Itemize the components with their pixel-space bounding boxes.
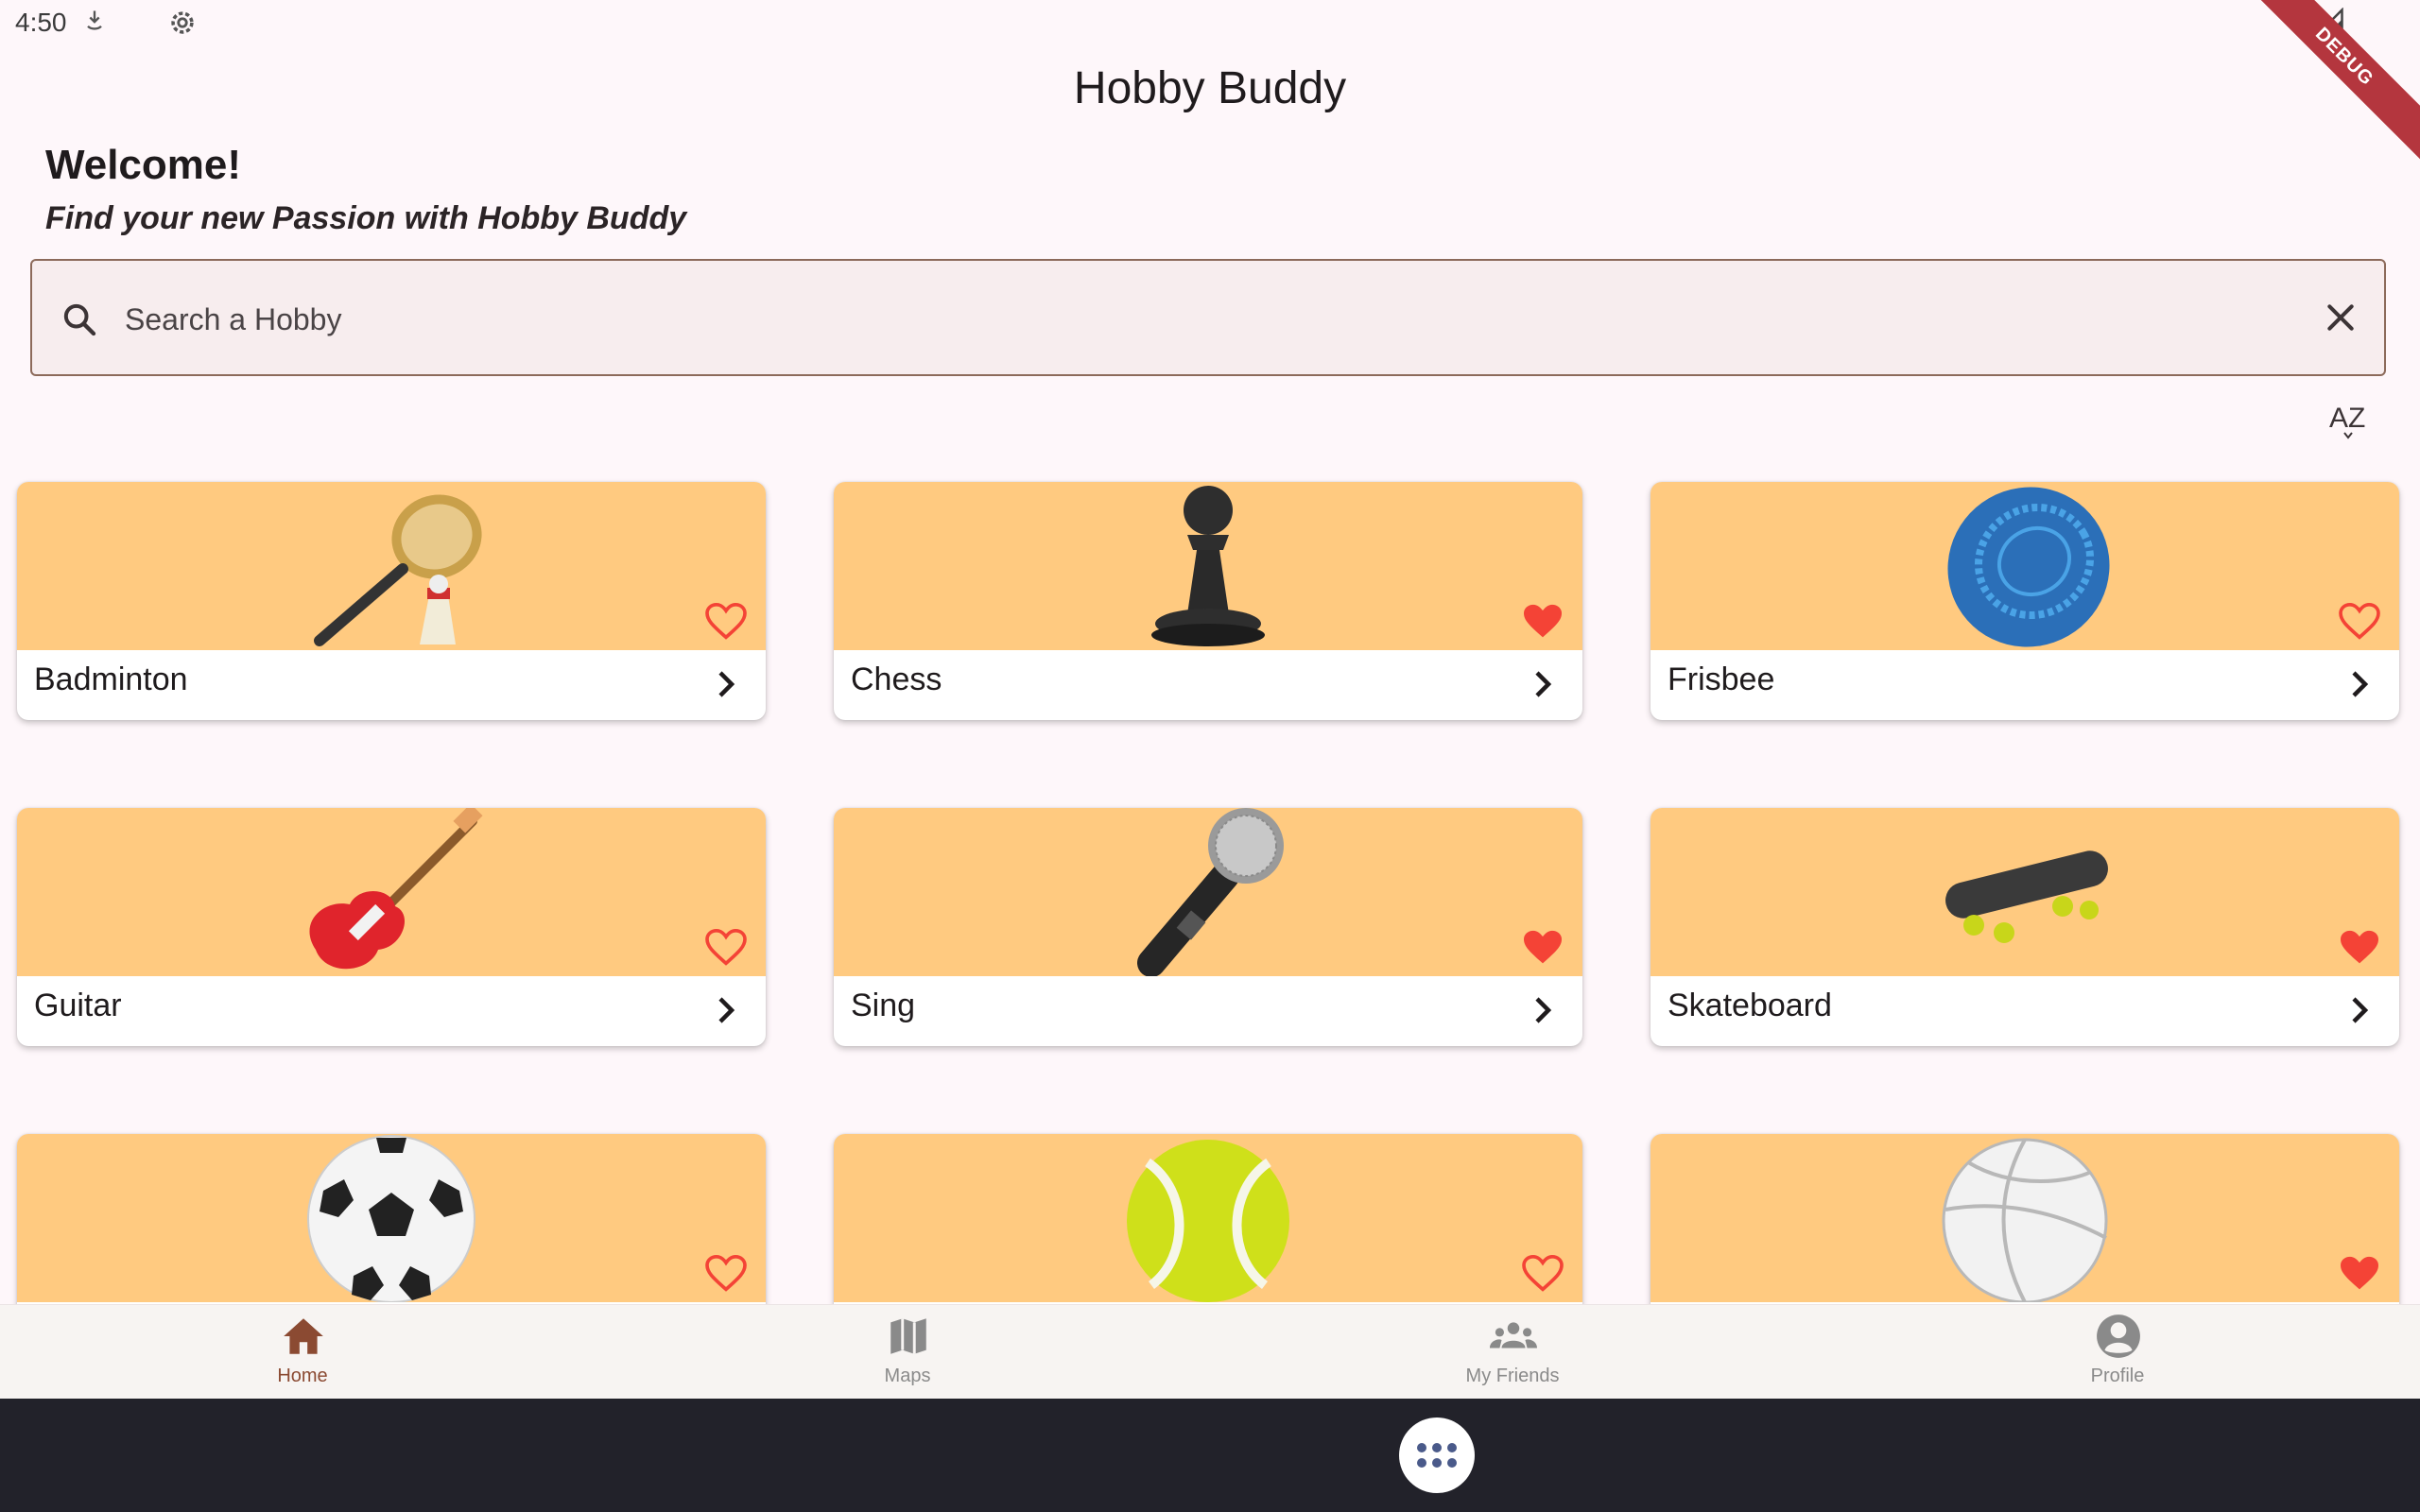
- chevron-right-icon: [2352, 997, 2369, 1023]
- chevron-right-icon: [1535, 671, 1552, 697]
- favorite-outline-icon[interactable]: [705, 1255, 747, 1293]
- bottom-navigation: Home Maps My Friends Profile: [0, 1304, 2420, 1400]
- app-launcher-button[interactable]: [1399, 1418, 1475, 1493]
- nav-label: Maps: [884, 1366, 931, 1386]
- hobby-card[interactable]: [17, 1134, 766, 1304]
- nav-item-profile[interactable]: Profile: [1815, 1305, 2420, 1400]
- badminton-icon: [297, 482, 486, 650]
- frisbee-icon: [1930, 482, 2119, 650]
- favorite-outline-icon[interactable]: [1522, 1255, 1564, 1293]
- system-navigation-bar: [0, 1399, 2420, 1512]
- hobby-image: [834, 808, 1582, 977]
- favorite-outline-icon[interactable]: [705, 929, 747, 967]
- hobby-name: Chess: [851, 662, 942, 697]
- skateboard-icon: [1930, 808, 2119, 976]
- hobby-image: [834, 1134, 1582, 1302]
- hobby-card[interactable]: Guitar: [17, 808, 766, 1046]
- hobby-card[interactable]: Frisbee: [1651, 482, 2399, 720]
- chevron-right-icon: [718, 997, 735, 1023]
- sort-az-button[interactable]: AZ: [2325, 397, 2375, 442]
- hobby-image: [17, 808, 766, 976]
- clear-search-icon[interactable]: [2322, 299, 2360, 336]
- search-input[interactable]: [123, 289, 2282, 350]
- hobby-card[interactable]: Chess: [834, 482, 1582, 720]
- hobby-grid: Badminton Chess Frisbee Guitar Sing Skat…: [0, 452, 2420, 1304]
- hobby-name: Badminton: [34, 662, 188, 697]
- map-icon: [890, 1318, 926, 1354]
- nav-label: Profile: [2090, 1366, 2145, 1386]
- nav-label: My Friends: [1465, 1366, 1560, 1386]
- favorite-filled-icon[interactable]: [2339, 1255, 2380, 1293]
- hobby-name: Frisbee: [1668, 662, 1775, 697]
- status-bar: 4:50: [0, 0, 2420, 45]
- guitar-icon: [297, 808, 486, 976]
- hobby-image: [17, 1134, 766, 1303]
- group-icon: [1490, 1322, 1537, 1349]
- favorite-outline-icon[interactable]: [705, 603, 747, 641]
- hobby-name: Skateboard: [1668, 988, 1832, 1023]
- hobby-image: [1651, 808, 2399, 976]
- hobby-name: Guitar: [34, 988, 122, 1023]
- hobby-card[interactable]: [834, 1134, 1582, 1304]
- sort-az-icon: AZ: [2329, 403, 2365, 439]
- volleyball-icon: [1930, 1134, 2119, 1304]
- favorite-filled-icon[interactable]: [1522, 929, 1564, 967]
- favorite-outline-icon[interactable]: [2339, 603, 2380, 641]
- welcome-heading: Welcome!: [45, 142, 242, 188]
- chevron-right-icon: [1535, 997, 1552, 1023]
- hobby-name: Sing: [851, 988, 916, 1023]
- svg-text:AZ: AZ: [2329, 403, 2365, 434]
- account-circle-icon: [2097, 1314, 2140, 1358]
- hobby-card[interactable]: Skateboard: [1651, 808, 2399, 1046]
- tagline: Find your new Passion with Hobby Buddy: [45, 200, 687, 236]
- favorite-filled-icon[interactable]: [1522, 603, 1564, 641]
- favorite-filled-icon[interactable]: [2339, 929, 2380, 967]
- settings-status-icon: [171, 11, 194, 34]
- chevron-right-icon: [2352, 671, 2369, 697]
- search-icon: [63, 303, 96, 336]
- hobby-image: [834, 482, 1582, 650]
- hobby-image: [17, 482, 766, 650]
- nav-item-maps[interactable]: Maps: [605, 1305, 1210, 1400]
- microphone-icon: [1114, 808, 1303, 977]
- hobby-card[interactable]: Sing: [834, 808, 1582, 1046]
- chess-pawn-icon: [1114, 482, 1303, 650]
- search-bar: [30, 259, 2386, 376]
- nav-item-my-friends[interactable]: My Friends: [1210, 1305, 1815, 1400]
- hobby-card[interactable]: Badminton: [17, 482, 766, 720]
- chevron-right-icon: [718, 671, 735, 697]
- download-status-icon: [87, 10, 102, 30]
- tennis-ball-icon: [1114, 1134, 1303, 1302]
- app-title: Hobby Buddy: [1073, 63, 1347, 113]
- apps-grid-icon: [1417, 1443, 1457, 1468]
- nav-item-home[interactable]: Home: [0, 1305, 605, 1400]
- hobby-image: [1651, 482, 2399, 650]
- status-time: 4:50: [15, 8, 67, 37]
- home-icon: [284, 1318, 323, 1354]
- nav-label: Home: [277, 1366, 328, 1386]
- soccer-ball-icon: [297, 1134, 486, 1303]
- hobby-card[interactable]: [1651, 1134, 2399, 1304]
- hobby-image: [1651, 1134, 2399, 1304]
